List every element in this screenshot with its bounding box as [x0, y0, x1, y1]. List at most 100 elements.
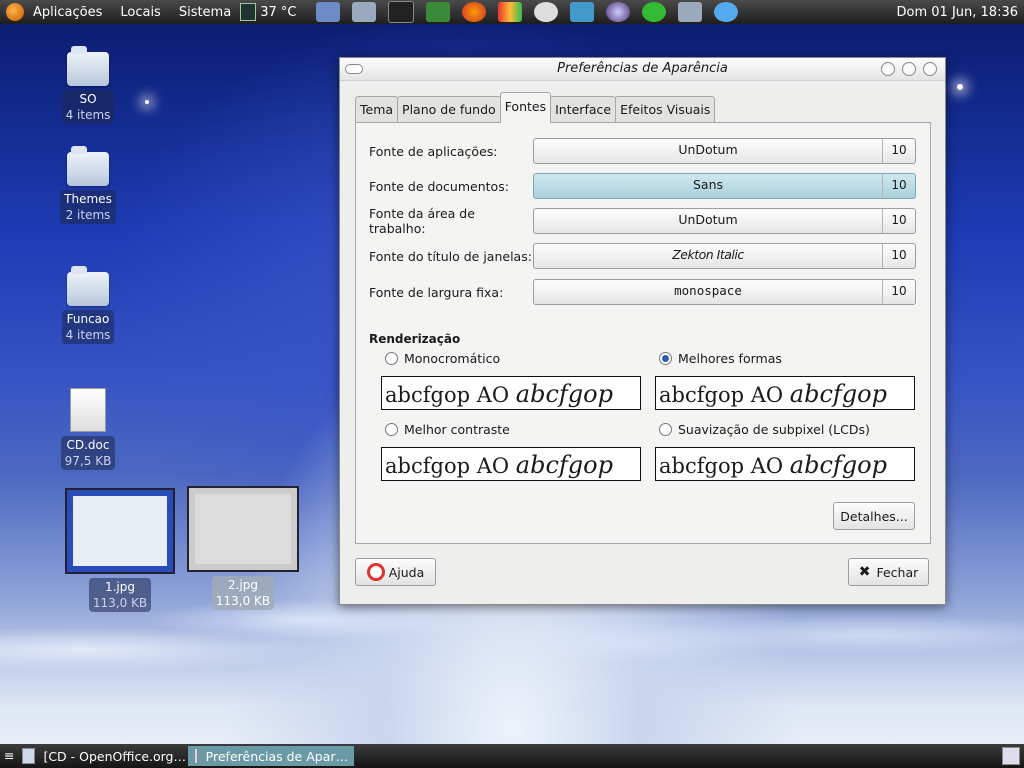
- radio-best-contrast[interactable]: Melhor contraste: [385, 422, 510, 437]
- desktop-folder-funcao[interactable]: Funcao 4 items: [46, 266, 130, 344]
- system-monitor-icon[interactable]: [426, 2, 451, 22]
- radio-best-shapes[interactable]: Melhores formas: [659, 351, 782, 366]
- radio-subpixel-smoothing[interactable]: Suavização de subpixel (LCDs): [659, 422, 870, 437]
- tab-background[interactable]: Plano de fundo: [397, 96, 501, 122]
- globe-icon[interactable]: [606, 2, 631, 22]
- sample-italic-text: abcfgop: [515, 380, 613, 408]
- gnome-foot-icon[interactable]: [6, 3, 24, 21]
- radio-label: Melhor contraste: [404, 422, 510, 437]
- play-icon[interactable]: [642, 2, 667, 22]
- thunder-icon[interactable]: [570, 2, 595, 22]
- desktop-image-2-thumbnail[interactable]: [187, 486, 299, 572]
- wallpaper-star: [957, 84, 963, 90]
- tab-theme[interactable]: Tema: [355, 96, 399, 122]
- font-label: Fonte de largura fixa:: [369, 284, 504, 300]
- maximize-button[interactable]: [902, 62, 916, 76]
- sample-text: abcfgop AO: [659, 383, 784, 407]
- rendering-sample-best-contrast[interactable]: abcfgop AO abcfgop: [381, 447, 641, 481]
- close-button[interactable]: ✖ Fechar: [848, 558, 929, 586]
- radio-indicator: [659, 352, 672, 365]
- show-desktop-icon[interactable]: [1002, 747, 1020, 765]
- desktop-file-cd-doc[interactable]: CD.doc 97,5 KB: [46, 388, 130, 470]
- details-button[interactable]: Detalhes...: [833, 502, 915, 530]
- sample-text: abcfgop AO: [659, 454, 784, 478]
- desktop-image-2-label[interactable]: 2.jpg 113,0 KB: [208, 576, 278, 610]
- font-picker-button[interactable]: UnDotum 10: [533, 208, 916, 234]
- folder-icon[interactable]: [316, 2, 341, 22]
- font-row-applications: Fonte de aplicações: UnDotum 10: [369, 138, 917, 164]
- desktop-image-1-label[interactable]: 1.jpg 113,0 KB: [88, 578, 152, 612]
- tab-interface[interactable]: Interface: [550, 96, 617, 122]
- desktop-image-1-thumbnail[interactable]: [65, 488, 175, 574]
- task-appearance-preferences[interactable]: Preferências de Apar…: [188, 746, 354, 766]
- help-button[interactable]: Ajuda: [355, 558, 436, 586]
- folder-icon: [67, 266, 109, 306]
- sample-italic-text: abcfgop: [789, 451, 887, 479]
- menu-applications[interactable]: Aplicações: [24, 5, 111, 20]
- rendering-sample-monochrome[interactable]: abcfgop AO abcfgop: [381, 376, 641, 410]
- font-label: Fonte do título de janelas:: [369, 248, 532, 264]
- media-icon[interactable]: [498, 2, 523, 22]
- menu-places[interactable]: Locais: [111, 5, 169, 20]
- font-label: Fonte da área de trabalho:: [369, 206, 475, 236]
- radio-label: Melhores formas: [678, 351, 782, 366]
- desktop-folder-themes[interactable]: Themes 2 items: [46, 146, 130, 224]
- network-icon[interactable]: [534, 2, 559, 22]
- rendering-sample-subpixel[interactable]: abcfgop AO abcfgop: [655, 447, 915, 481]
- font-picker-button[interactable]: Zekton Italic 10: [533, 243, 916, 269]
- radio-label: Suavização de subpixel (LCDs): [678, 422, 870, 437]
- tab-bar: Tema Plano de fundo Fontes Interface Efe…: [355, 92, 716, 123]
- desktop-folder-so[interactable]: SO 4 items: [46, 46, 130, 124]
- sample-text: abcfgop AO: [385, 454, 510, 478]
- font-size: 10: [882, 244, 915, 268]
- font-size: 10: [882, 209, 915, 233]
- icon-label: Funcao: [66, 312, 110, 326]
- window-list-handle-icon[interactable]: ≡: [4, 748, 14, 763]
- tab-fonts[interactable]: Fontes: [499, 92, 552, 123]
- font-picker-button[interactable]: Sans 10: [533, 173, 916, 199]
- sample-text: abcfgop AO: [385, 383, 510, 407]
- wallpaper-star: [145, 100, 149, 104]
- temperature-icon: [240, 3, 257, 21]
- sample-italic-text: abcfgop: [515, 451, 613, 479]
- fonts-panel: Fonte de aplicações: UnDotum 10 Fonte de…: [355, 122, 931, 544]
- radio-indicator: [659, 423, 672, 436]
- monitor-icon[interactable]: [352, 2, 377, 22]
- icon-label: Themes: [64, 192, 112, 206]
- rendering-sample-best-shapes[interactable]: abcfgop AO abcfgop: [655, 376, 915, 410]
- clock[interactable]: Dom 01 Jun, 18:36: [897, 5, 1024, 20]
- task-openoffice[interactable]: [CD - OpenOffice.org…: [16, 746, 192, 766]
- document-icon: [22, 748, 36, 764]
- close-icon: ✖: [858, 564, 871, 580]
- rendering-heading: Renderização: [369, 332, 461, 346]
- terminal-icon[interactable]: [388, 1, 415, 23]
- window-titlebar[interactable]: Preferências de Aparência: [340, 58, 945, 81]
- world-icon[interactable]: [714, 2, 739, 22]
- firefox-icon[interactable]: [462, 2, 487, 22]
- minimize-button[interactable]: [881, 62, 895, 76]
- radio-monochrome[interactable]: Monocromático: [385, 351, 500, 366]
- document-icon: [70, 388, 106, 432]
- font-row-fixed-width: Fonte de largura fixa: monospace 10: [369, 279, 917, 305]
- menu-system[interactable]: Sistema: [170, 5, 240, 20]
- window-icon: [194, 748, 198, 764]
- font-name: UnDotum: [678, 212, 738, 227]
- font-name: Zekton Italic: [672, 247, 744, 262]
- folder-icon: [67, 146, 109, 186]
- font-picker-button[interactable]: UnDotum 10: [533, 138, 916, 164]
- font-label: Fonte de aplicações:: [369, 143, 498, 159]
- screenshot-icon[interactable]: [678, 2, 703, 22]
- window-title: Preferências de Aparência: [557, 61, 728, 76]
- font-picker-button[interactable]: monospace 10: [533, 279, 916, 305]
- font-name: monospace: [674, 283, 742, 298]
- sample-italic-text: abcfgop: [789, 380, 887, 408]
- font-size: 10: [882, 280, 915, 304]
- close-button-label: Fechar: [876, 564, 919, 580]
- folder-icon: [67, 46, 109, 86]
- icon-sublabel: 113,0 KB: [92, 596, 148, 610]
- help-button-label: Ajuda: [388, 564, 425, 580]
- radio-indicator: [385, 423, 398, 436]
- radio-indicator: [385, 352, 398, 365]
- close-window-button[interactable]: [923, 62, 937, 76]
- tab-visual-effects[interactable]: Efeitos Visuais: [615, 96, 716, 122]
